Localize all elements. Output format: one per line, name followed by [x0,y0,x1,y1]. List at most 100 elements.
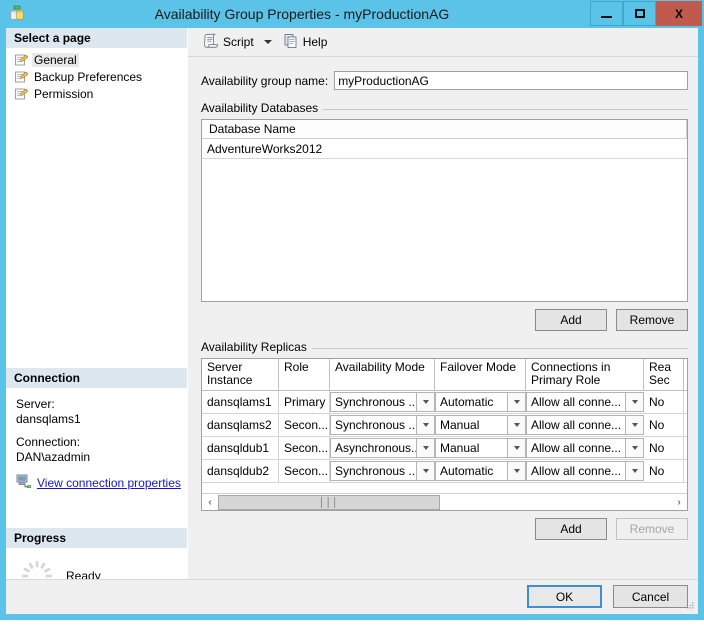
cell-role[interactable]: Primary [279,391,330,413]
connections-primary-role-value: Allow all conne... [531,395,622,409]
cell-failover-mode-dropdown[interactable]: Automatic [435,392,526,412]
availability-replicas-grid[interactable]: Server Instance Role Availability Mode Fa… [201,358,688,511]
replicas-horizontal-scrollbar[interactable]: ‹ │││ › [202,493,687,510]
databases-header-row: Database Name [202,120,687,139]
maximize-icon [634,9,645,18]
cell-failover-mode-dropdown[interactable]: Manual [435,438,526,458]
cell-availability-mode-dropdown[interactable]: Synchronous ... [330,415,435,435]
availability-replicas-legend: Availability Replicas [201,340,312,354]
column-header-server-instance[interactable]: Server Instance [202,359,279,390]
table-row[interactable]: dansqlams1 Primary Synchronous ... Autom… [202,391,687,414]
column-header-role[interactable]: Role [279,359,330,390]
column-header-database-name[interactable]: Database Name [202,120,687,138]
availability-group-icon [8,5,26,23]
server-value: dansqlams1 [16,412,81,426]
cell-availability-mode-dropdown[interactable]: Synchronous ... [330,461,435,481]
cell-connections-primary-role-dropdown[interactable]: Allow all conne... [526,415,644,435]
chevron-down-icon[interactable] [625,439,643,457]
chevron-down-icon[interactable] [507,439,525,457]
sidebar-item-label: General [32,52,79,67]
script-button[interactable]: Script [198,31,258,53]
script-dropdown-caret-icon[interactable] [263,40,272,44]
cell-readable-secondary[interactable]: No [644,460,684,482]
general-page-body: Availability group name: Availability Da… [188,57,698,580]
view-connection-properties-row[interactable]: View connection properties [16,474,187,492]
minimize-button[interactable] [590,1,623,26]
connections-primary-role-value: Allow all conne... [531,441,622,455]
title-bar[interactable]: Availability Group Properties - myProduc… [0,0,704,28]
chevron-down-icon[interactable] [507,393,525,411]
scrollbar-thumb[interactable]: │││ [218,494,440,510]
replicas-button-row: Add Remove [201,518,688,540]
cell-server-instance[interactable]: dansqlams2 [202,414,279,436]
cell-readable-secondary[interactable]: No [644,437,684,459]
ok-button[interactable]: OK [527,585,602,608]
chevron-right-icon[interactable]: › [671,495,687,510]
column-header-failover-mode[interactable]: Failover Mode [435,359,526,390]
connection-header: Connection [6,368,187,389]
table-row[interactable]: dansqldub2 Secon... Synchronous ... Auto… [202,460,687,483]
databases-add-button[interactable]: Add [535,309,607,331]
databases-button-row: Add Remove [201,309,688,331]
availability-mode-value: Synchronous ... [335,464,416,478]
list-item[interactable]: AdventureWorks2012 [202,139,687,159]
script-icon [202,33,219,52]
availability-databases-group: Availability Databases [201,101,688,115]
server-computer-icon [16,474,31,492]
footer-buttons: OK Cancel [527,585,688,608]
replicas-add-button[interactable]: Add [535,518,607,540]
chevron-down-icon[interactable] [416,416,434,434]
view-connection-properties-link[interactable]: View connection properties [37,476,181,491]
chevron-down-icon[interactable] [416,439,434,457]
cell-failover-mode-dropdown[interactable]: Manual [435,415,526,435]
cell-connections-primary-role-dropdown[interactable]: Allow all conne... [526,461,644,481]
cell-failover-mode-dropdown[interactable]: Automatic [435,461,526,481]
cell-server-instance[interactable]: dansqldub2 [202,460,279,482]
maximize-button[interactable] [623,1,656,26]
availability-mode-value: Synchronous ... [335,395,416,409]
chevron-left-icon[interactable]: ‹ [202,495,218,510]
chevron-down-icon[interactable] [625,462,643,480]
resize-grip-icon[interactable] [683,600,695,612]
sidebar-item-backup-preferences[interactable]: Backup Preferences [12,68,187,85]
help-button[interactable]: Help [280,31,332,53]
failover-mode-value: Manual [440,441,480,455]
chevron-down-icon[interactable] [625,416,643,434]
cell-readable-secondary[interactable]: No [644,391,684,413]
table-row[interactable]: dansqlams2 Secon... Synchronous ... Manu… [202,414,687,437]
scrollbar-track[interactable]: │││ [218,494,671,510]
availability-group-name-input[interactable] [334,71,688,90]
cell-role[interactable]: Secon... [279,437,330,459]
cell-server-instance[interactable]: dansqlams1 [202,391,279,413]
cell-connections-primary-role-dropdown[interactable]: Allow all conne... [526,438,644,458]
cell-availability-mode-dropdown[interactable]: Asynchronous... [330,438,435,458]
cell-availability-mode-dropdown[interactable]: Synchronous ... [330,392,435,412]
cell-server-instance[interactable]: dansqldub1 [202,437,279,459]
chevron-down-icon[interactable] [625,393,643,411]
cell-connections-primary-role-dropdown[interactable]: Allow all conne... [526,392,644,412]
cell-readable-secondary[interactable]: No [644,414,684,436]
sidebar-item-label: Permission [34,86,94,101]
availability-databases-list[interactable]: Database Name AdventureWorks2012 [201,119,688,302]
availability-mode-value: Synchronous ... [335,418,416,432]
column-header-availability-mode[interactable]: Availability Mode [330,359,435,390]
page-list: General Backup Preferences Permission [6,49,187,102]
column-header-readable-secondary[interactable]: Rea Sec [644,359,684,390]
chevron-down-icon[interactable] [507,462,525,480]
chevron-down-icon[interactable] [416,393,434,411]
chevron-down-icon[interactable] [507,416,525,434]
sidebar-item-permission[interactable]: Permission [12,85,187,102]
page-icon [14,87,29,101]
column-header-connections-in-primary-role[interactable]: Connections in Primary Role [526,359,644,390]
page-icon [14,70,29,84]
chevron-down-icon[interactable] [416,462,434,480]
connection-label: Connection: [16,435,81,449]
table-row[interactable]: dansqldub1 Secon... Asynchronous... Manu… [202,437,687,460]
databases-remove-button[interactable]: Remove [616,309,688,331]
cancel-button[interactable]: Cancel [613,585,688,608]
close-button[interactable]: X [656,1,702,26]
cell-role[interactable]: Secon... [279,460,330,482]
sidebar-item-general[interactable]: General [12,51,187,68]
cell-role[interactable]: Secon... [279,414,330,436]
replicas-header-row: Server Instance Role Availability Mode Fa… [202,359,687,391]
